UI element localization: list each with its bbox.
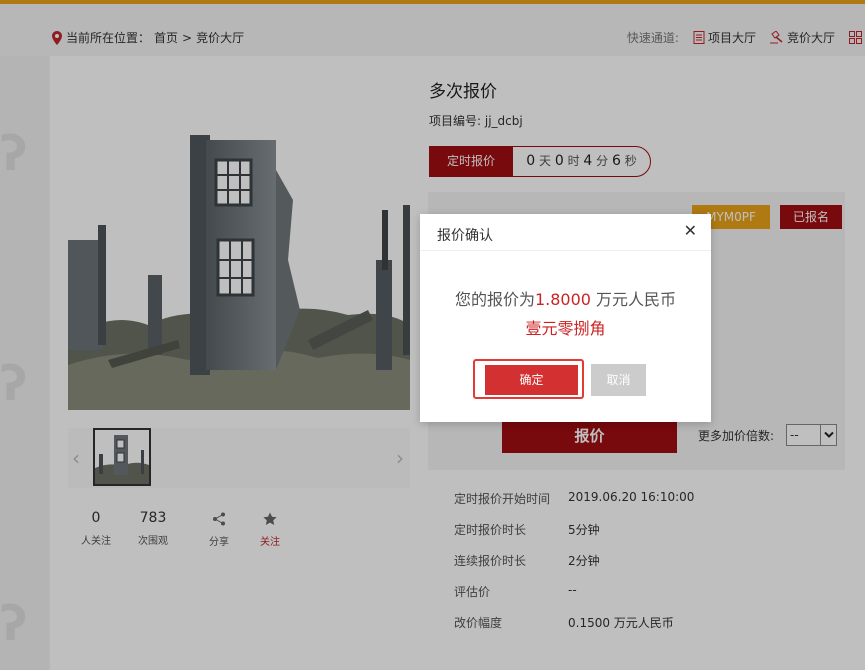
bid-confirm-dialog: 报价确认 ✕ 您的报价为1.8000 万元人民币 壹元零捌角 确定 取消 bbox=[420, 214, 711, 422]
cancel-button[interactable]: 取消 bbox=[591, 364, 646, 396]
close-icon[interactable]: ✕ bbox=[684, 223, 697, 239]
dialog-title: 报价确认 bbox=[437, 228, 493, 244]
dialog-message-prefix: 您的报价为 bbox=[454, 290, 535, 309]
dialog-message-suffix: 万元人民币 bbox=[590, 290, 677, 309]
confirm-button[interactable]: 确定 bbox=[485, 365, 578, 395]
bid-amount: 1.8000 bbox=[534, 290, 591, 309]
bid-amount-words: 壹元零捌角 bbox=[525, 319, 606, 338]
dialog-header: 报价确认 ✕ bbox=[420, 214, 711, 251]
dialog-message: 您的报价为1.8000 万元人民币 bbox=[420, 286, 711, 310]
confirm-button-highlight: 确定 bbox=[473, 359, 584, 399]
